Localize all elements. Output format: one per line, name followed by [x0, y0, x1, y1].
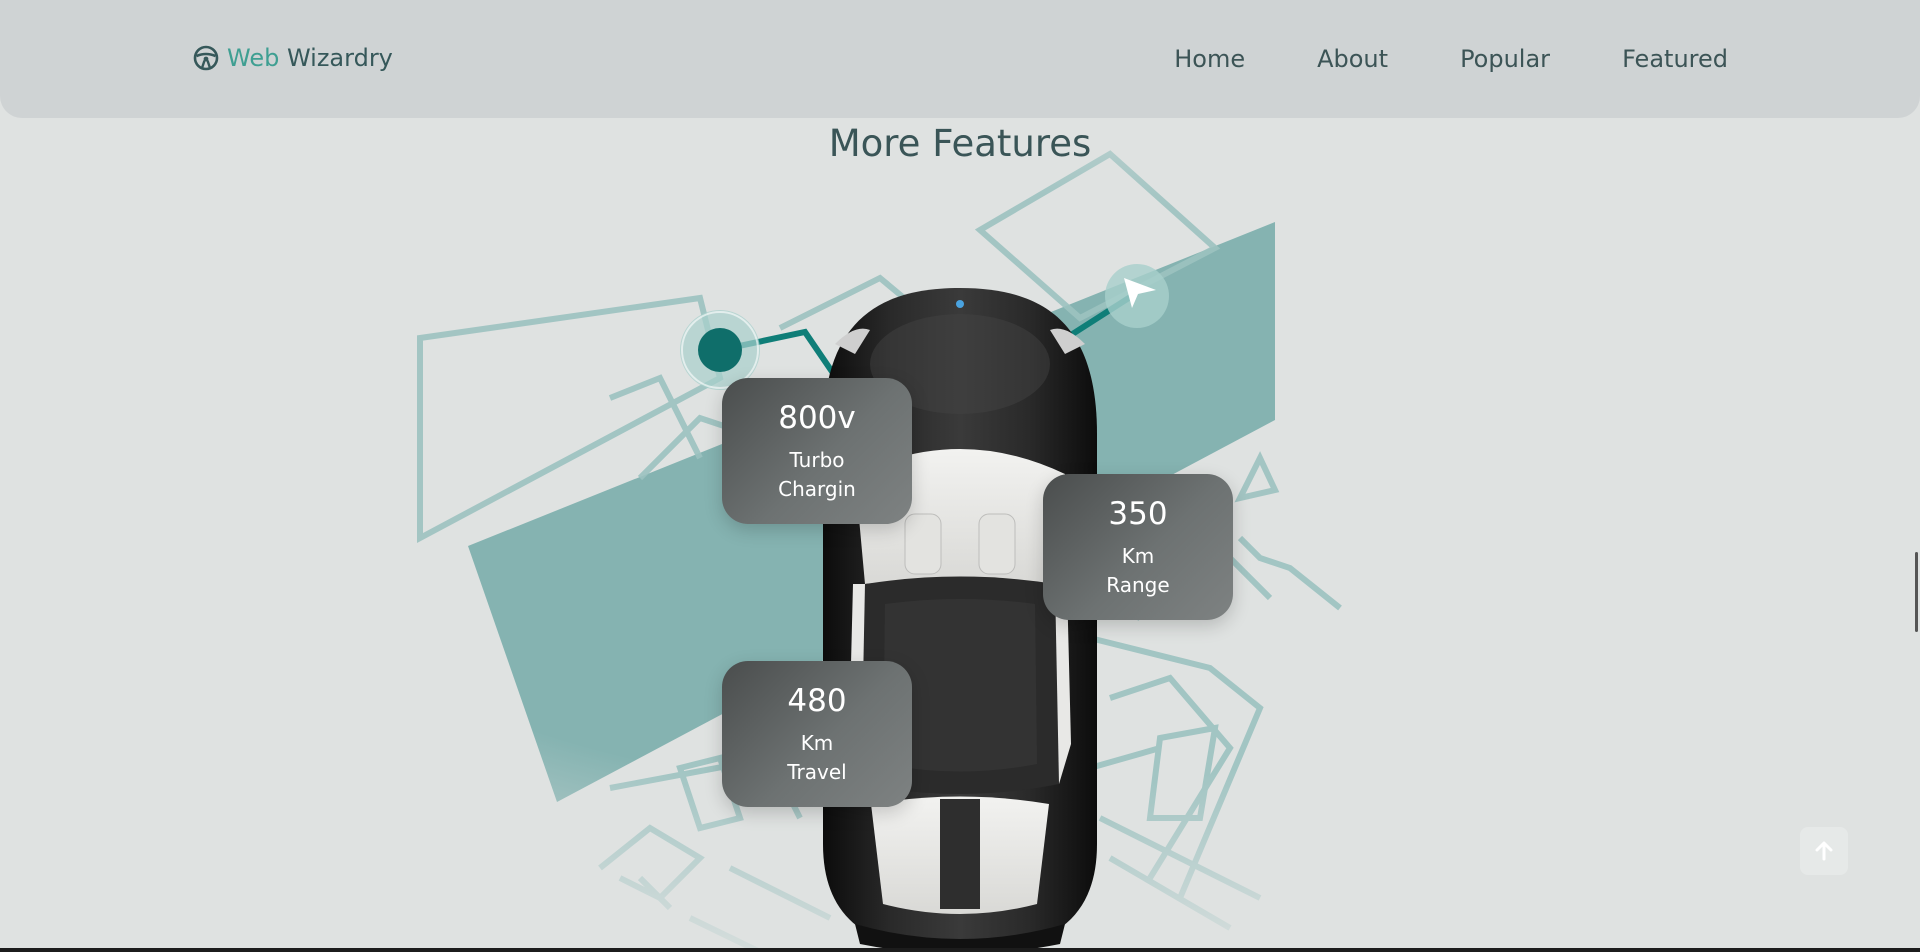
scroll-top-button[interactable]: [1800, 827, 1848, 875]
bottom-border: [0, 948, 1920, 952]
nav-popular[interactable]: Popular: [1460, 45, 1550, 73]
site-header: Web Wizardry Home About Popular Featured: [0, 0, 1920, 118]
card-value: 480: [787, 683, 847, 719]
nav-about[interactable]: About: [1317, 45, 1388, 73]
card-label-line1: Km: [800, 731, 834, 755]
main-nav: Home About Popular Featured: [1174, 45, 1728, 73]
card-label: Turbo Chargin: [722, 446, 912, 504]
nav-home[interactable]: Home: [1174, 45, 1245, 73]
card-label-line2: Chargin: [778, 477, 856, 501]
nav-featured[interactable]: Featured: [1622, 45, 1728, 73]
brand-text: Wizardry: [279, 44, 393, 72]
arrow-up-icon: [1815, 841, 1833, 861]
card-label-line2: Range: [1106, 573, 1170, 597]
feature-card-travel: 480 Km Travel: [722, 661, 912, 807]
card-label-line1: Turbo: [789, 448, 845, 472]
page-scrollbar[interactable]: [1915, 552, 1918, 632]
steering-wheel-icon: [193, 45, 219, 71]
card-value: 350: [1108, 496, 1168, 532]
card-label: Km Travel: [722, 729, 912, 787]
section-title: More Features: [828, 122, 1092, 165]
brand-accent-text: Web: [227, 44, 280, 72]
card-label-line1: Km: [1121, 544, 1155, 568]
feature-card-charging: 800v Turbo Chargin: [722, 378, 912, 524]
card-label-line2: Travel: [787, 760, 847, 784]
feature-card-range: 350 Km Range: [1043, 474, 1233, 620]
card-value: 800v: [778, 400, 856, 436]
brand-logo[interactable]: Web Wizardry: [193, 44, 393, 72]
card-label: Km Range: [1043, 542, 1233, 600]
